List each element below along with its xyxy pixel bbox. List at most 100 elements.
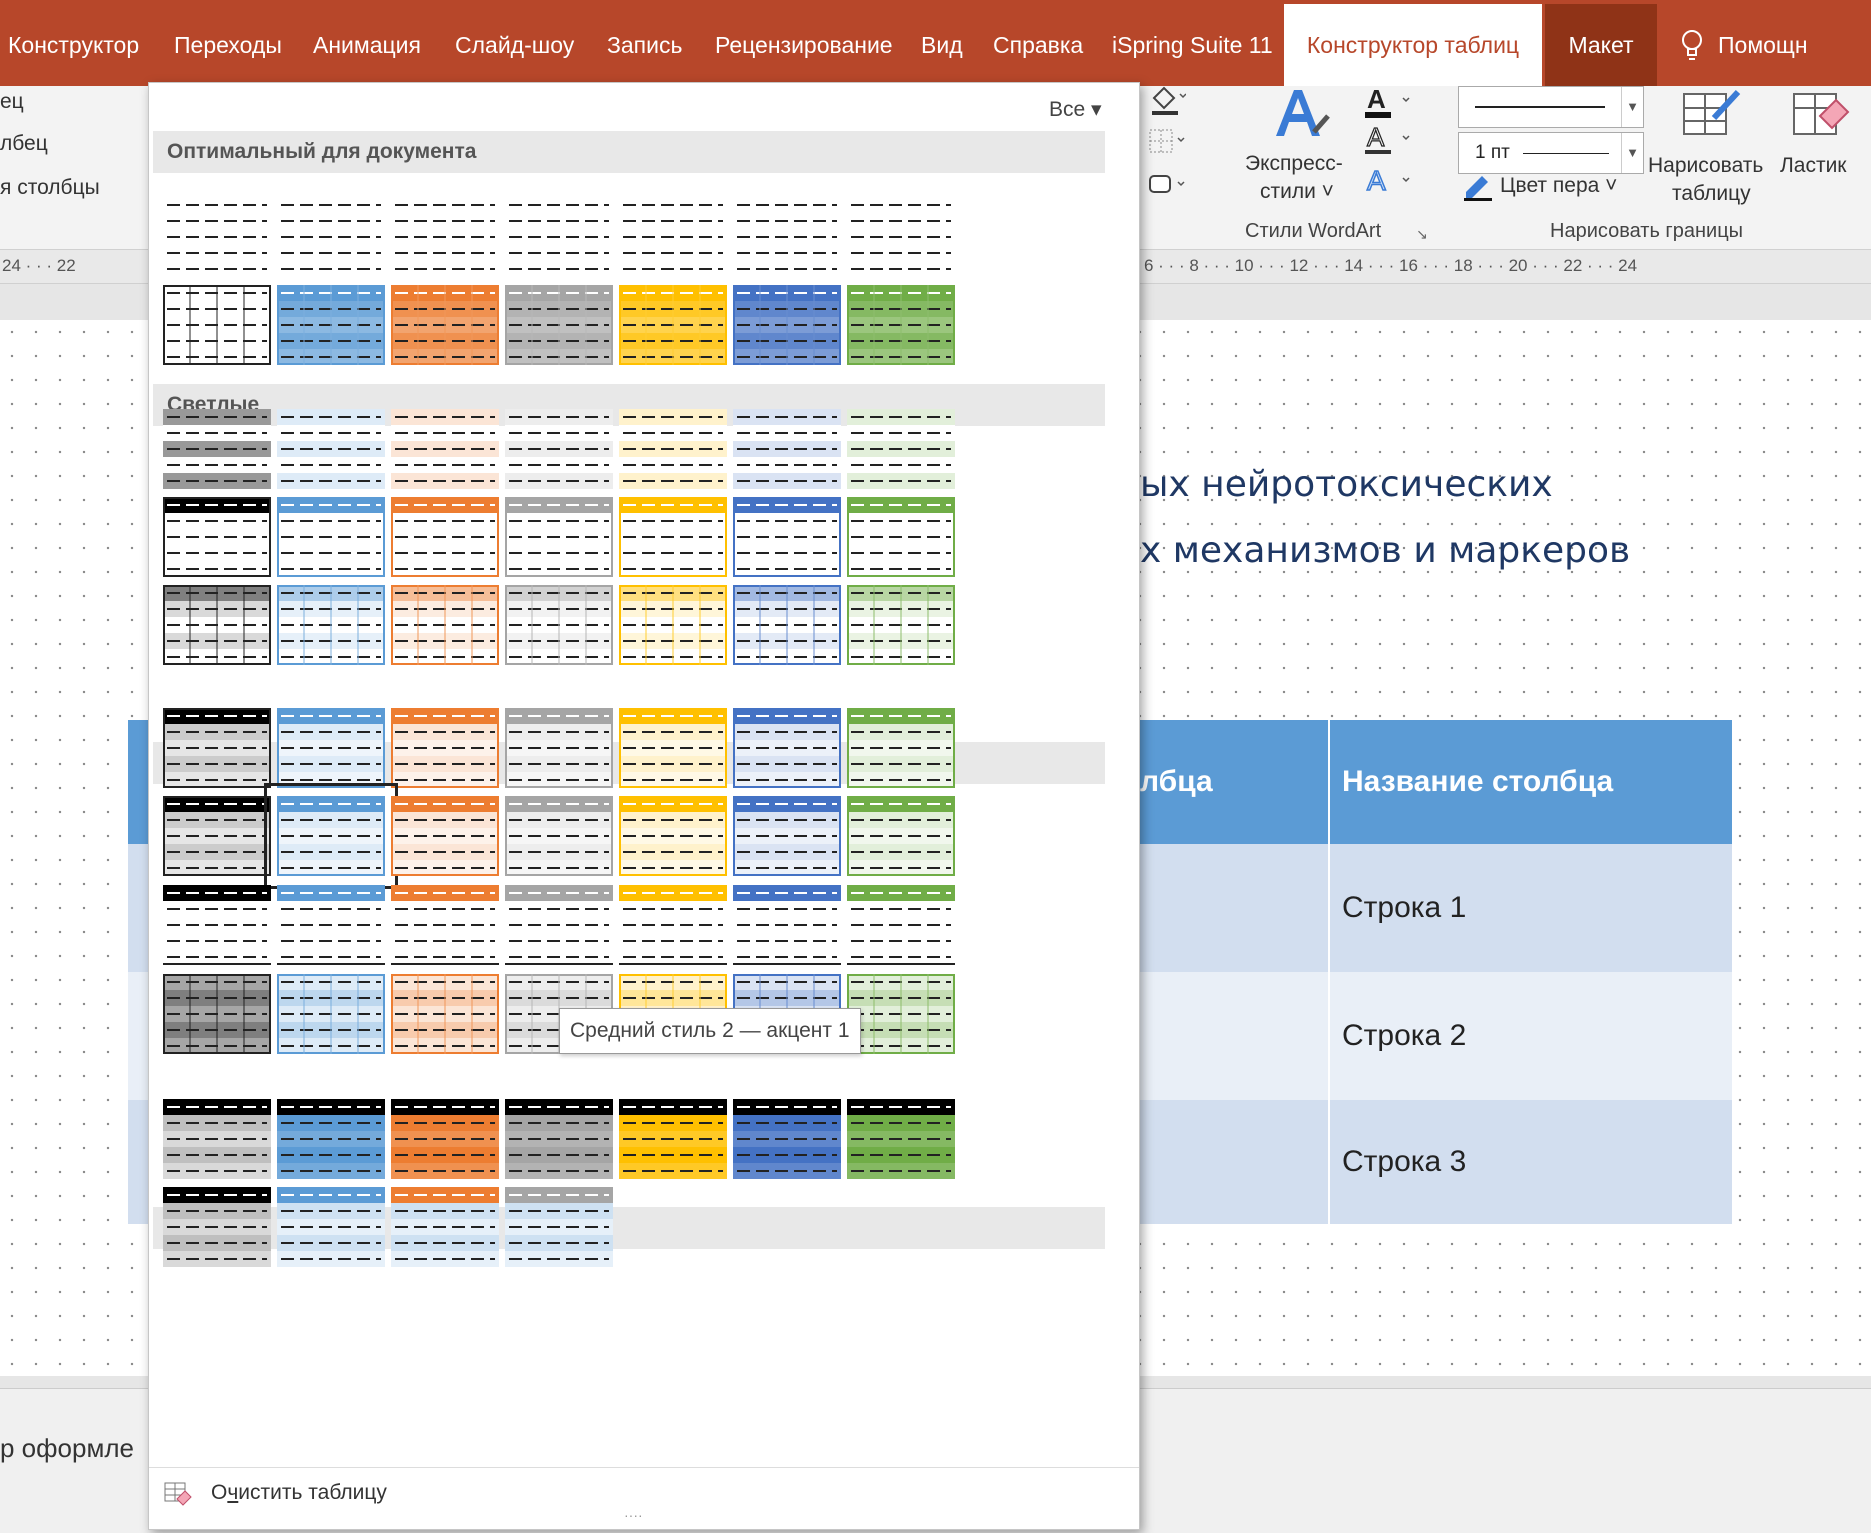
slide-body-line-1[interactable]: ых нейротоксических (1140, 464, 1553, 505)
table-style-swatch[interactable] (505, 885, 613, 965)
table-style-swatch[interactable] (505, 285, 613, 365)
table-style-swatch[interactable] (733, 708, 841, 788)
table-style-swatch[interactable] (277, 708, 385, 788)
tab-table-design[interactable]: Конструктор таблиц (1284, 4, 1542, 86)
table-style-swatch[interactable] (277, 285, 385, 365)
table-style-swatch[interactable] (163, 497, 271, 577)
tab-slideshow[interactable]: Слайд-шоу (455, 4, 574, 86)
table-style-swatch[interactable] (505, 708, 613, 788)
table-style-swatch[interactable] (163, 885, 271, 965)
table-style-swatch[interactable] (505, 1187, 613, 1267)
tab-view[interactable]: Вид (921, 4, 963, 86)
table-style-swatch[interactable] (847, 1099, 955, 1179)
table-style-swatch[interactable] (733, 885, 841, 965)
table-header-cell[interactable]: лбца (1128, 720, 1328, 844)
tab-review[interactable]: Рецензирование (715, 4, 893, 86)
table-style-swatch[interactable] (847, 708, 955, 788)
tab-tell-me[interactable]: Помощн (1718, 4, 1808, 86)
table-style-swatch[interactable] (505, 796, 613, 876)
table-style-swatch[interactable] (847, 885, 955, 965)
table-style-swatch[interactable] (847, 285, 955, 365)
table-style-swatch[interactable] (391, 708, 499, 788)
resize-grip[interactable]: ···· (624, 1507, 643, 1523)
text-outline-a-icon[interactable]: A (1365, 124, 1415, 158)
gallery-filter-dropdown[interactable]: Все ▾ (1049, 97, 1102, 122)
table-style-swatch[interactable] (277, 197, 385, 277)
text-effects-a-icon[interactable]: A (1365, 164, 1415, 198)
table-style-swatch[interactable] (277, 1099, 385, 1179)
table-style-swatch[interactable] (391, 285, 499, 365)
table-style-swatch[interactable] (733, 409, 841, 489)
tab-ispring[interactable]: iSpring Suite 11 (1112, 4, 1273, 86)
notes-text[interactable]: р оформле (0, 1433, 134, 1464)
table-style-swatch[interactable] (163, 409, 271, 489)
table-style-swatch[interactable] (619, 197, 727, 277)
table-style-swatch[interactable] (733, 497, 841, 577)
table-style-swatch[interactable] (619, 409, 727, 489)
table-style-swatch[interactable] (391, 497, 499, 577)
table-style-swatch[interactable] (277, 1187, 385, 1267)
clear-table-button[interactable]: Очистить таблицу (211, 1481, 387, 1505)
table-style-swatch[interactable] (733, 585, 841, 665)
option-banded-columns[interactable]: я столбцы (0, 176, 100, 200)
table-style-swatch[interactable] (619, 1099, 727, 1179)
tab-transitions[interactable]: Переходы (174, 4, 282, 86)
table-style-swatch[interactable] (847, 497, 955, 577)
table-style-swatch[interactable] (391, 409, 499, 489)
table-style-swatch[interactable] (163, 1099, 271, 1179)
table-style-swatch[interactable] (277, 585, 385, 665)
eraser-label[interactable]: Ластик (1780, 154, 1847, 178)
table-style-swatch[interactable] (847, 197, 955, 277)
dialog-launcher-icon[interactable]: ↘ (1416, 226, 1428, 243)
table-style-swatch[interactable] (163, 1187, 271, 1267)
table-style-swatch[interactable] (277, 885, 385, 965)
pen-color-button[interactable]: Цвет пера ˅ (1500, 174, 1617, 198)
table-style-swatch[interactable] (163, 285, 271, 365)
text-a-brush-icon[interactable] (1270, 86, 1330, 142)
table-style-swatch[interactable] (733, 197, 841, 277)
table-style-swatch[interactable] (391, 796, 499, 876)
table-style-swatch[interactable] (505, 409, 613, 489)
table-style-swatch[interactable] (163, 796, 271, 876)
table-cell[interactable]: Строка 3 (1328, 1100, 1732, 1224)
table-style-swatch[interactable] (505, 585, 613, 665)
table-style-swatch[interactable] (847, 409, 955, 489)
table-style-swatch[interactable] (277, 974, 385, 1054)
table-style-swatch[interactable] (505, 197, 613, 277)
table-style-swatch[interactable] (391, 585, 499, 665)
table-style-swatch[interactable] (619, 585, 727, 665)
option-last-column[interactable]: лбец (0, 132, 48, 156)
table-cell[interactable]: Строка 2 (1328, 972, 1732, 1100)
table-style-swatch[interactable] (391, 1187, 499, 1267)
table-style-swatch[interactable] (619, 796, 727, 876)
table-style-swatch[interactable] (505, 1099, 613, 1179)
draw-table-label[interactable]: Нарисовать (1648, 154, 1763, 178)
draw-table-icon[interactable] (1680, 86, 1744, 140)
table-style-swatch[interactable] (277, 409, 385, 489)
table-style-swatch[interactable] (163, 197, 271, 277)
text-fill-a-icon[interactable]: A (1365, 86, 1415, 120)
tab-design[interactable]: Конструктор (8, 4, 139, 86)
pen-style-dropdown[interactable]: ▼ (1458, 86, 1644, 128)
table-style-swatch[interactable] (391, 885, 499, 965)
table-style-swatch[interactable] (733, 1099, 841, 1179)
table-cell[interactable]: Строка 1 (1328, 844, 1732, 972)
table-style-swatch[interactable] (619, 285, 727, 365)
borders-icon[interactable] (1146, 126, 1186, 156)
table-style-swatch[interactable] (163, 708, 271, 788)
table-style-swatch[interactable] (619, 885, 727, 965)
tab-record[interactable]: Запись (607, 4, 682, 86)
table-style-swatch[interactable] (391, 1099, 499, 1179)
table-style-swatch[interactable] (619, 497, 727, 577)
table-styles-gallery[interactable]: Все ▾ Оптимальный для документа Светлые … (148, 82, 1140, 1530)
table-style-swatch[interactable] (847, 796, 955, 876)
table-style-swatch[interactable] (163, 974, 271, 1054)
express-styles-label-2[interactable]: стили ˅ (1260, 180, 1334, 204)
table-style-swatch[interactable] (277, 497, 385, 577)
table-style-swatch[interactable] (733, 796, 841, 876)
slide-body-line-2[interactable]: х механизмов и маркеров (1140, 530, 1630, 571)
tab-animations[interactable]: Анимация (313, 4, 421, 86)
option-first-column[interactable]: ец (0, 90, 24, 114)
table-style-swatch[interactable] (847, 974, 955, 1054)
table-style-swatch[interactable] (505, 497, 613, 577)
